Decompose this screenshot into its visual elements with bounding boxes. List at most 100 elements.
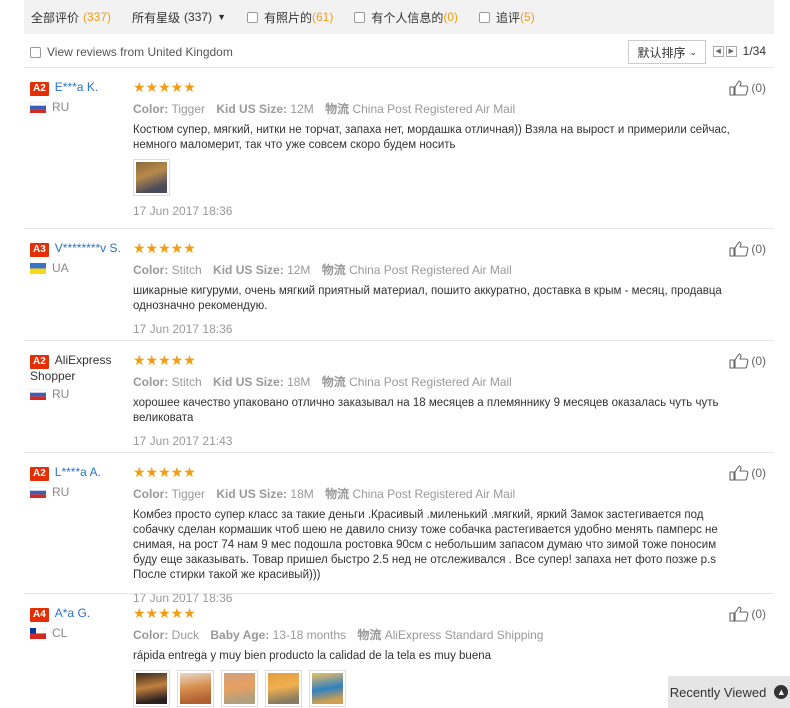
review-photo-thumbnail[interactable] — [133, 159, 170, 196]
buyer-name[interactable]: V********v S. — [55, 241, 121, 255]
helpful-count: (0) — [751, 242, 766, 256]
helpful-button[interactable]: (0) — [729, 606, 766, 622]
flag-cl-icon — [30, 627, 46, 639]
filter-star-count: (337) — [184, 10, 213, 24]
review-text: Комбез просто супер класс за такие деньг… — [133, 509, 718, 581]
color-value: Tigger — [171, 102, 206, 116]
shipping-value: China Post Registered Air Mail — [352, 487, 516, 501]
chevron-down-icon: ▼ — [217, 12, 226, 22]
shipping-label: 物流 — [325, 487, 350, 501]
order-info: Color: Duck Baby Age: 13-18 months 物流 Al… — [133, 626, 733, 643]
size-value: 12M — [290, 102, 314, 116]
country-code: UA — [52, 261, 69, 275]
review-photo-thumbnail[interactable] — [221, 670, 258, 707]
prev-page-button[interactable]: ◀ — [712, 45, 724, 57]
helpful-count: (0) — [751, 466, 766, 480]
filter-photos-checkbox[interactable] — [246, 11, 258, 23]
review-date: 17 Jun 2017 21:43 — [133, 434, 233, 448]
filter-followup-checkbox[interactable] — [479, 11, 491, 23]
order-info: Color: Stitch Kid US Size: 18M 物流 China … — [133, 373, 733, 390]
buyer-level-badge: A2 — [30, 82, 49, 96]
review-photo-thumbnail[interactable] — [133, 670, 170, 707]
order-info: Color: Tigger Kid US Size: 12M 物流 China … — [133, 100, 733, 117]
helpful-button[interactable]: (0) — [729, 80, 766, 96]
view-uk-label: View reviews from United Kingdom — [47, 45, 233, 59]
color-label: Color: — [133, 263, 169, 277]
review-photo-thumbnail[interactable] — [309, 670, 346, 707]
filter-photos[interactable]: 有照片的 (61) — [246, 9, 334, 26]
divider — [24, 67, 774, 68]
star-rating: ★★★★★ — [133, 464, 196, 480]
divider — [24, 340, 774, 341]
flag-ru-icon — [30, 486, 46, 498]
buyer-info: A2 L****a A. RU — [30, 465, 130, 499]
recently-viewed-label: Recently Viewed — [669, 684, 767, 700]
divider — [24, 452, 774, 453]
review-text: rápida entrega y muy bien producto la ca… — [133, 650, 492, 662]
helpful-button[interactable]: (0) — [729, 241, 766, 257]
review-date: 17 Jun 2017 18:36 — [133, 204, 233, 218]
country-code: RU — [52, 100, 70, 114]
buyer-name[interactable]: L****a A. — [55, 465, 101, 479]
recently-viewed-button[interactable]: Recently Viewed ▲ — [668, 676, 790, 708]
buyer-info: A2 AliExpress Shopper RU — [30, 353, 130, 401]
thumbs-up-icon — [729, 606, 749, 622]
filter-personal-label: 有个人信息的 — [371, 10, 444, 25]
country-code: RU — [52, 387, 70, 401]
buyer-level-badge: A4 — [30, 608, 49, 622]
buyer-country: RU — [30, 485, 130, 499]
review-text: Костюм супер, мягкий, нитки не торчат, з… — [133, 124, 730, 151]
helpful-count: (0) — [751, 607, 766, 621]
filter-bar: 全部评价 (337) 所有星级 (337) ▼ 有照片的 (61) 有个人信息的… — [24, 0, 774, 34]
size-value: 12M — [287, 263, 311, 277]
size-value: 18M — [287, 375, 311, 389]
buyer-info: A2 E***a K. RU — [30, 80, 130, 114]
view-uk-option[interactable]: View reviews from United Kingdom — [30, 45, 233, 59]
buyer-name[interactable]: E***a K. — [55, 80, 98, 94]
country-code: CL — [52, 626, 68, 640]
star-rating: ★★★★★ — [133, 352, 196, 368]
next-page-button[interactable]: ▶ — [725, 45, 737, 57]
buyer-country: RU — [30, 100, 130, 114]
shipping-value: AliExpress Standard Shipping — [384, 628, 544, 642]
filter-personal[interactable]: 有个人信息的 (0) — [354, 9, 458, 26]
helpful-button[interactable]: (0) — [729, 353, 766, 369]
size-value: 18M — [290, 487, 314, 501]
shipping-label: 物流 — [325, 102, 350, 116]
filter-all-label: 全部评价 — [31, 10, 80, 25]
chevron-up-icon: ▲ — [774, 685, 789, 699]
review-body: ★★★★★ Color: Duck Baby Age: 13-18 months… — [133, 606, 733, 707]
filter-star-dropdown[interactable]: 所有星级 (337) ▼ — [132, 9, 226, 26]
flag-ru-icon — [30, 101, 46, 113]
color-value: Stitch — [171, 263, 202, 277]
review-body: ★★★★★ Color: Stitch Kid US Size: 18M 物流 … — [133, 353, 733, 448]
review-body: ★★★★★ Color: Stitch Kid US Size: 12M 物流 … — [133, 241, 733, 336]
helpful-count: (0) — [751, 354, 766, 368]
sort-dropdown[interactable]: 默认排序 ⌄ — [628, 40, 706, 64]
color-label: Color: — [133, 102, 169, 116]
country-code: RU — [52, 485, 70, 499]
view-uk-checkbox[interactable] — [30, 46, 41, 58]
color-label: Color: — [133, 628, 169, 642]
buyer-info: A4 A*a G. CL — [30, 606, 130, 640]
divider — [24, 593, 774, 594]
filter-personal-checkbox[interactable] — [354, 11, 366, 23]
review-photo-thumbnail[interactable] — [265, 670, 302, 707]
review-date: 17 Jun 2017 18:36 — [133, 322, 233, 336]
star-rating: ★★★★★ — [133, 605, 196, 621]
color-label: Color: — [133, 375, 169, 389]
buyer-info: A3 V********v S. UA — [30, 241, 130, 275]
pager: ◀ ▶ 1/34 — [712, 44, 766, 58]
review-text: шикарные кигуруми, очень мягкий приятный… — [133, 285, 722, 312]
size-label: Kid US Size: — [216, 487, 288, 501]
review-photo-thumbnail[interactable] — [177, 670, 214, 707]
helpful-button[interactable]: (0) — [729, 465, 766, 481]
divider — [24, 228, 774, 229]
filter-followup[interactable]: 追评 (5) — [479, 9, 535, 26]
size-label: Kid US Size: — [213, 263, 284, 277]
buyer-name[interactable]: A*a G. — [55, 606, 90, 620]
filter-photos-count: (61) — [312, 10, 334, 24]
filter-all-count: (337) — [83, 10, 112, 24]
size-value: 13-18 months — [272, 628, 346, 642]
filter-all[interactable]: 全部评价 (337) — [31, 9, 111, 26]
